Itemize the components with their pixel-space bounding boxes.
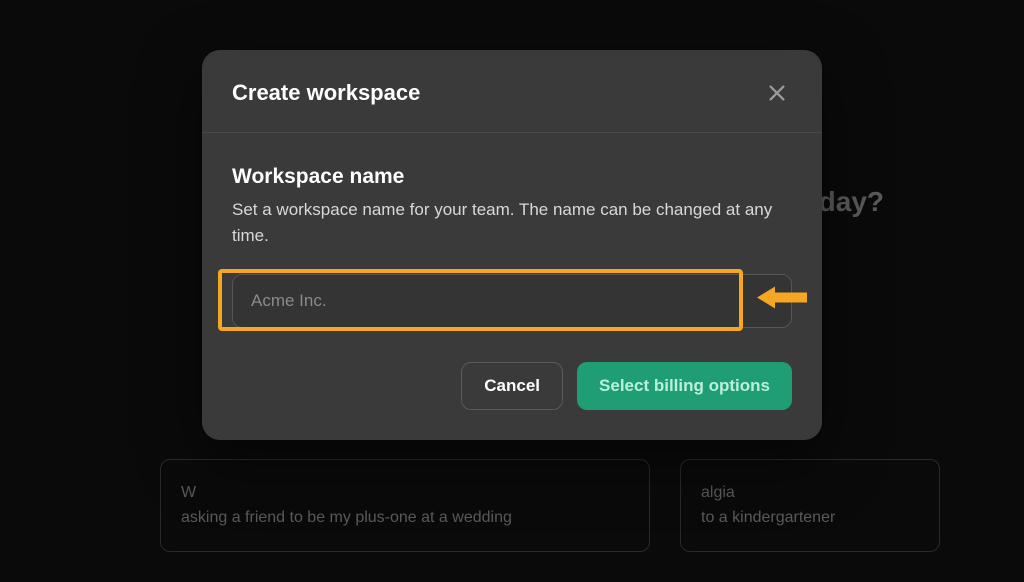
modal-header: Create workspace bbox=[202, 50, 822, 133]
modal-body: Workspace name Set a workspace name for … bbox=[202, 133, 822, 352]
modal-backdrop: Create workspace Workspace name Set a wo… bbox=[0, 0, 1024, 582]
close-icon bbox=[766, 82, 788, 104]
select-billing-options-button[interactable]: Select billing options bbox=[577, 362, 792, 410]
close-button[interactable] bbox=[762, 78, 792, 108]
modal-footer: Cancel Select billing options bbox=[202, 352, 822, 440]
create-workspace-modal: Create workspace Workspace name Set a wo… bbox=[202, 50, 822, 440]
cancel-button[interactable]: Cancel bbox=[461, 362, 563, 410]
workspace-name-description: Set a workspace name for your team. The … bbox=[232, 197, 792, 250]
workspace-name-label: Workspace name bbox=[232, 165, 792, 189]
input-wrapper bbox=[232, 274, 792, 328]
modal-title: Create workspace bbox=[232, 80, 420, 106]
workspace-name-input[interactable] bbox=[232, 274, 792, 328]
